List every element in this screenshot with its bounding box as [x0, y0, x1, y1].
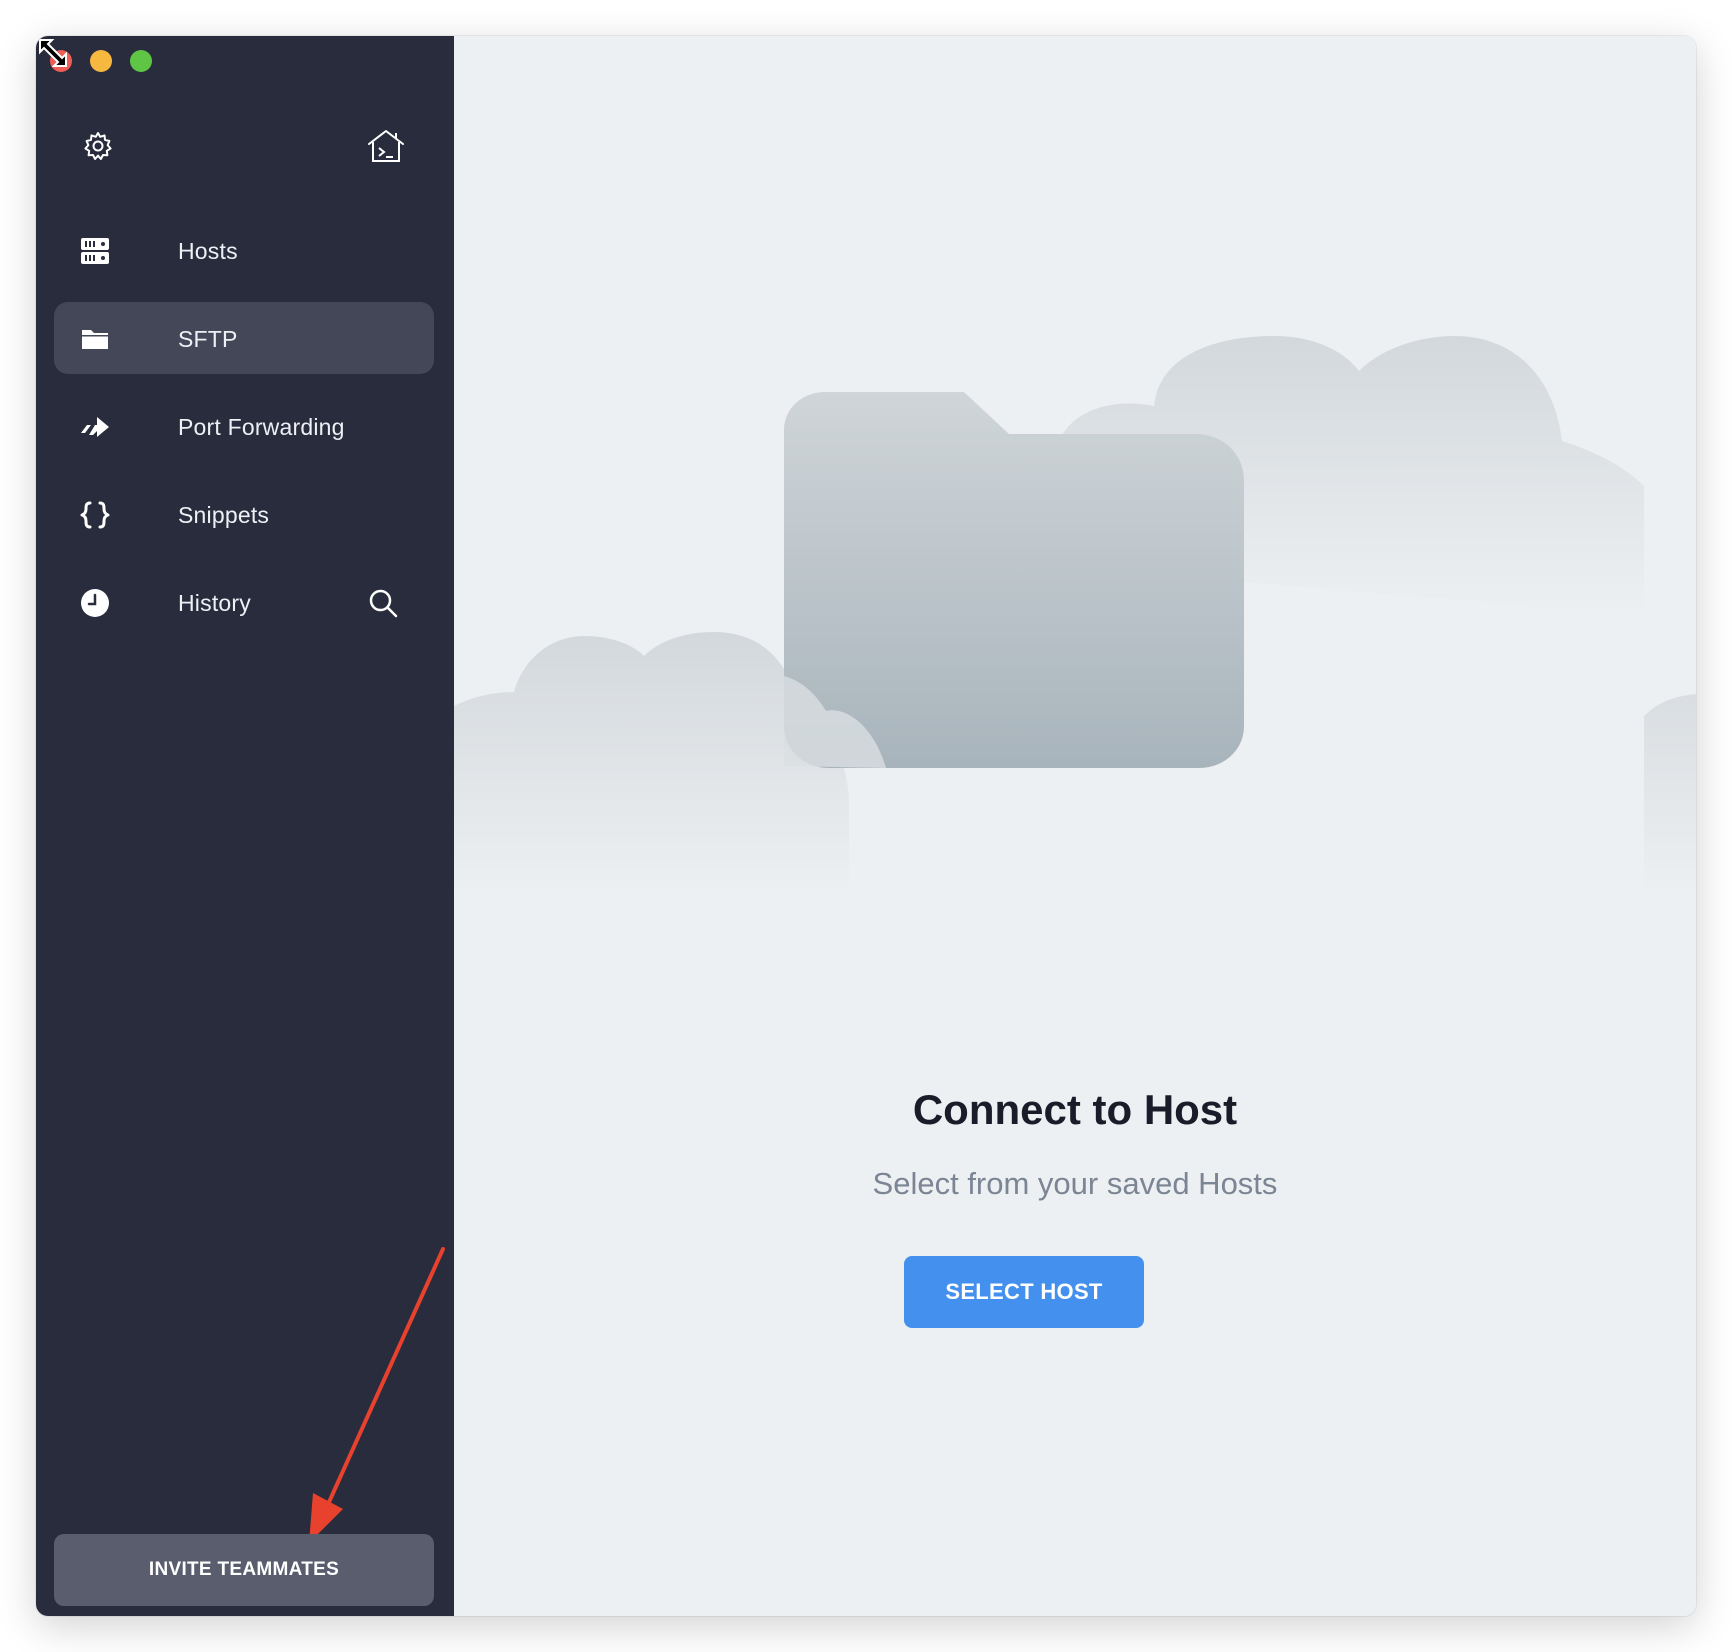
sidebar-item-label: SFTP	[178, 326, 238, 352]
connect-title: Connect to Host	[912, 1086, 1238, 1133]
home-terminal-icon[interactable]	[364, 124, 408, 168]
sidebar-nav: Hosts SFTP Port Forwarding Snippets Hist…	[54, 214, 434, 654]
braces-icon	[78, 500, 112, 530]
zoom-window-button[interactable]	[130, 50, 152, 72]
sidebar: Hosts SFTP Port Forwarding Snippets Hist…	[36, 36, 454, 1616]
search-icon[interactable]	[364, 584, 402, 622]
gear-icon[interactable]	[76, 124, 120, 168]
server-icon	[78, 236, 112, 266]
sidebar-item-sftp[interactable]: SFTP	[54, 302, 434, 374]
folder-icon	[78, 324, 112, 354]
app-window: Hosts SFTP Port Forwarding Snippets Hist…	[36, 36, 1696, 1616]
annotation-arrow	[309, 1247, 445, 1543]
minimize-window-button[interactable]	[90, 50, 112, 72]
sidebar-item-label: History	[178, 590, 251, 616]
folder-clouds-illustration	[454, 336, 1696, 896]
select-host-button[interactable]: SELECT HOST	[904, 1256, 1144, 1328]
main-panel: Connect to Host Select from your saved H…	[454, 36, 1696, 1616]
resize-cursor-icon	[39, 39, 67, 67]
sidebar-item-label: Snippets	[178, 502, 270, 528]
sidebar-item-label: Hosts	[178, 238, 238, 264]
sidebar-item-history[interactable]: History	[54, 566, 434, 638]
sidebar-item-label: Port Forwarding	[178, 414, 345, 440]
clock-icon	[78, 588, 112, 618]
connect-subtitle: Select from your saved Hosts	[872, 1166, 1278, 1201]
sidebar-item-hosts[interactable]: Hosts	[54, 214, 434, 286]
invite-teammates-button[interactable]: INVITE TEAMMATES	[54, 1534, 434, 1606]
sidebar-item-port-forwarding[interactable]: Port Forwarding	[54, 390, 434, 462]
sidebar-item-snippets[interactable]: Snippets	[54, 478, 434, 550]
sidebar-top-icons	[36, 116, 454, 176]
forward-arrow-icon	[78, 412, 112, 442]
